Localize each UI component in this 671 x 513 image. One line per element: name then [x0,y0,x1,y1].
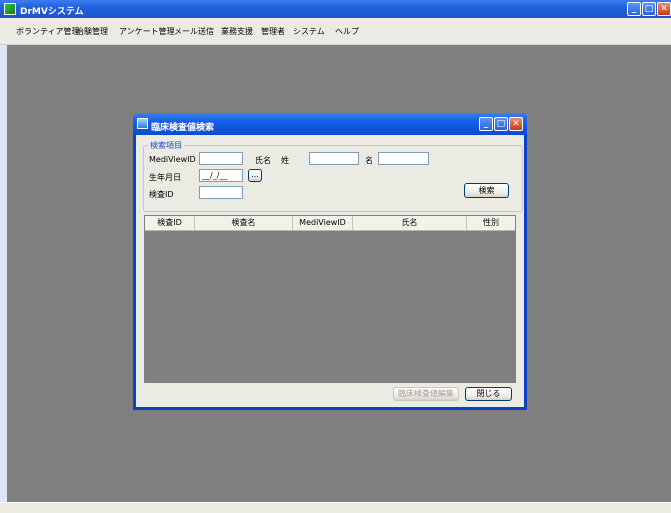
birthdate-label: 生年月日 [149,173,181,182]
mediviewid-input[interactable] [199,152,243,165]
column-mediviewid[interactable]: MediViewID [293,216,353,230]
dialog-titlebar: 臨床検査値検索 _ □ ✕ [133,113,527,135]
dialog-maximize-button[interactable]: □ [494,117,508,131]
first-name-label: 名 [365,156,373,165]
column-name[interactable]: 氏名 [353,216,467,230]
menu-bar: ボランティア管理 治験管理 アンケート管理 メール送信 業務支援 管理者 システ… [0,18,671,45]
column-examid[interactable]: 検査ID [145,216,195,230]
dialog-body: 検索項目 MediViewID 氏名 姓 名 生年月日 __/_/__ ... … [136,135,524,407]
examid-label: 検査ID [149,190,174,199]
left-edge [0,45,7,502]
close-dialog-button[interactable]: 閉じる [465,387,512,401]
edit-exam-button[interactable]: 臨床検査値編集 [393,387,459,401]
close-button[interactable]: ✕ [657,2,671,16]
menu-survey[interactable]: アンケート管理 [119,26,175,37]
search-button[interactable]: 検索 [464,183,509,198]
app-titlebar: DrMVシステム _ □ ✕ [0,0,671,18]
search-criteria-group: 検索項目 MediViewID 氏名 姓 名 生年月日 __/_/__ ... … [143,140,523,212]
search-dialog: 臨床検査値検索 _ □ ✕ 検索項目 MediViewID 氏名 姓 名 生年月… [133,113,527,410]
last-name-label: 姓 [281,156,289,165]
group-label: 検索項目 [148,140,184,151]
minimize-button[interactable]: _ [627,2,641,16]
first-name-input[interactable] [378,152,429,165]
menu-system[interactable]: システム [293,26,325,37]
menu-help[interactable]: ヘルプ [335,26,359,37]
menu-business[interactable]: 業務支援 [221,26,253,37]
grid-header: 検査ID 検査名 MediViewID 氏名 性別 [145,216,515,231]
menu-mail[interactable]: メール送信 [174,26,214,37]
menu-trial[interactable]: 治験管理 [76,26,108,37]
maximize-button[interactable]: □ [642,2,656,16]
main-window: DrMVシステム _ □ ✕ ボランティア管理 治験管理 アンケート管理 メール… [0,0,671,513]
column-examname[interactable]: 検査名 [195,216,293,230]
dialog-icon [137,118,148,129]
birthdate-input[interactable]: __/_/__ [199,169,243,182]
app-icon [4,3,16,15]
column-gender[interactable]: 性別 [467,216,515,230]
dialog-title: 臨床検査値検索 [151,123,215,133]
menu-admin[interactable]: 管理者 [261,26,285,37]
dialog-close-button[interactable]: ✕ [509,117,523,131]
dialog-minimize-button[interactable]: _ [479,117,493,131]
results-grid[interactable]: 検査ID 検査名 MediViewID 氏名 性別 [144,215,516,383]
app-title: DrMVシステム [20,7,84,17]
examid-input[interactable] [199,186,243,199]
menu-volunteer[interactable]: ボランティア管理 [16,26,80,37]
status-bar [0,502,671,513]
last-name-input[interactable] [309,152,359,165]
name-label: 氏名 [255,156,271,165]
calendar-button[interactable]: ... [248,169,262,182]
mediviewid-label: MediViewID [149,155,196,164]
